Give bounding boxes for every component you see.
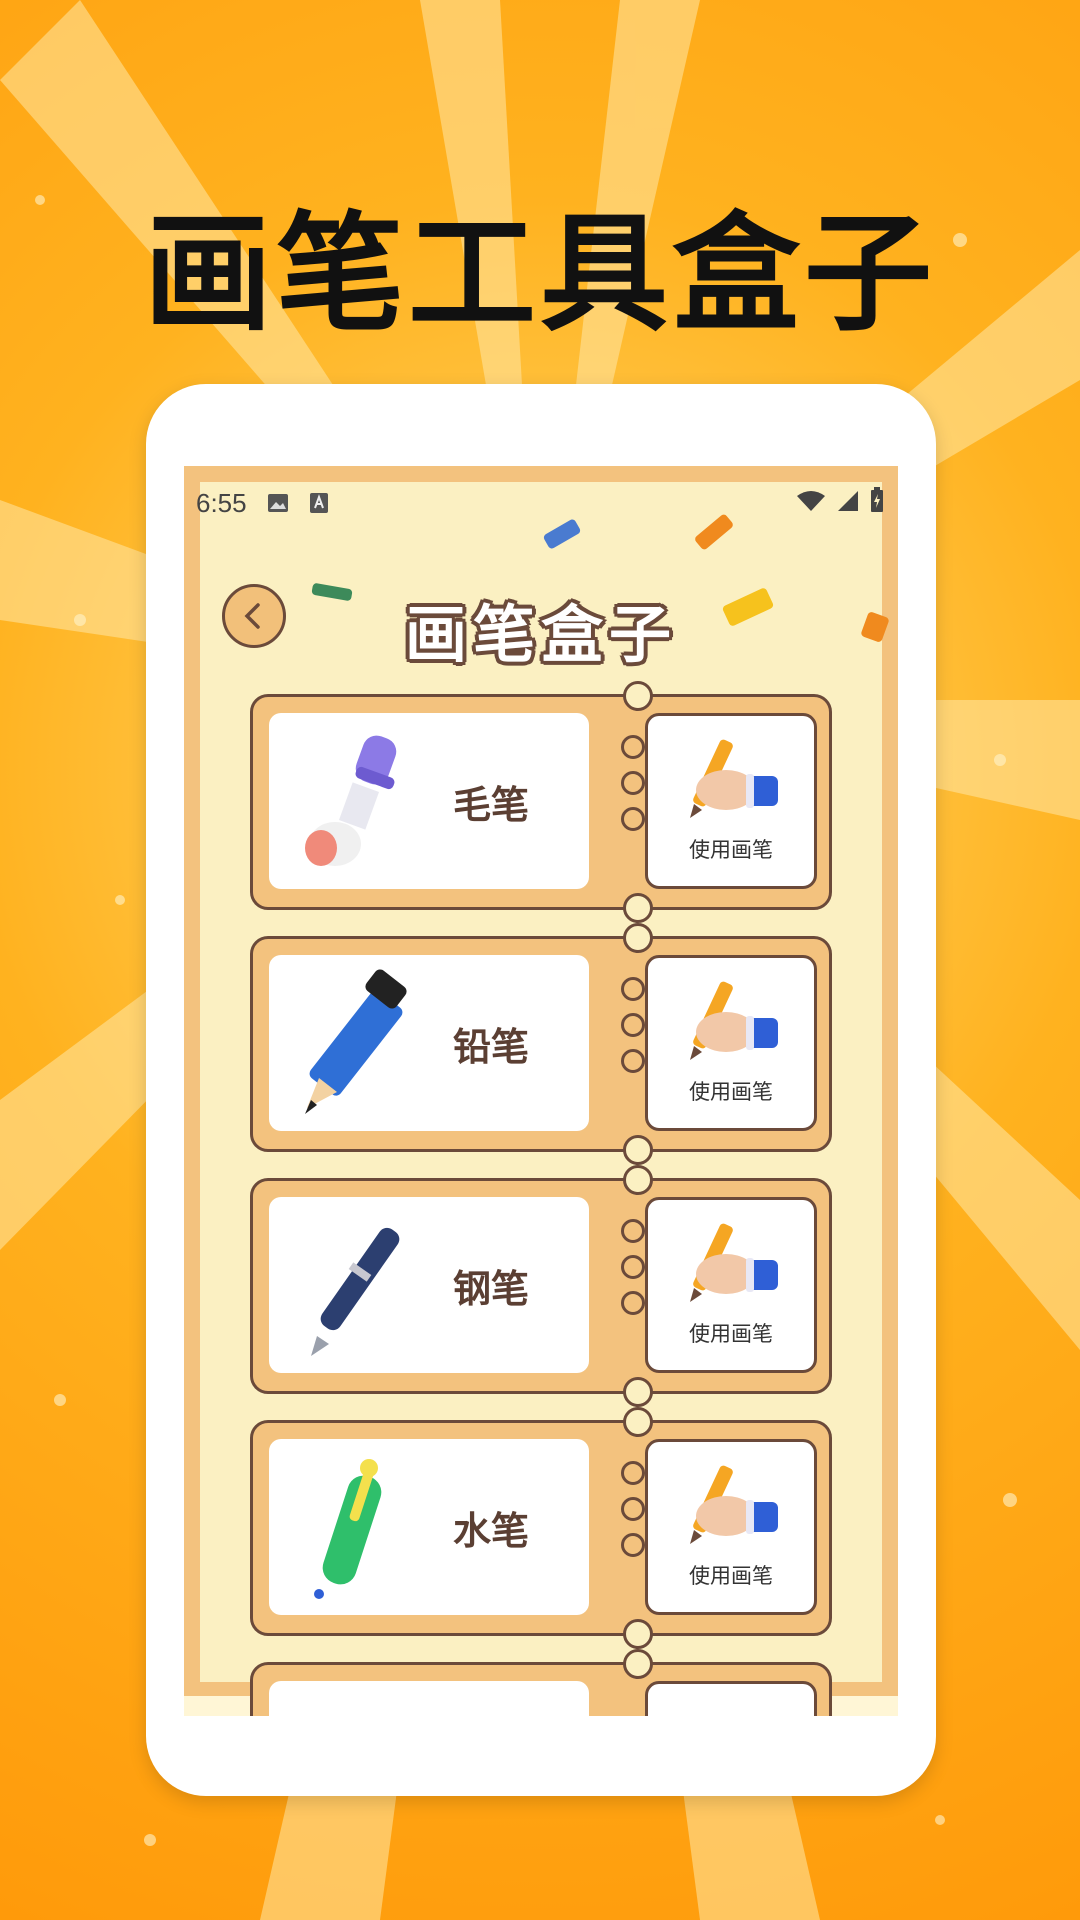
signal-icon	[836, 488, 860, 519]
ticket-notch	[623, 1649, 653, 1679]
use-pen-button[interactable]: 使用画笔	[645, 713, 817, 889]
pen-info: 毛笔	[269, 713, 589, 889]
device-frame: 6:55 画笔盒子 毛笔 使用画笔 铅笔 使用画笔 钢笔 使用画笔 水笔 使用画…	[146, 384, 936, 1796]
pen-name: 钢笔	[453, 1266, 530, 1311]
use-pen-button[interactable]: 使用画笔	[645, 1197, 817, 1373]
marker-pen-icon	[314, 1459, 382, 1599]
pen-card-brush: 毛笔 使用画笔	[250, 681, 832, 923]
fountain-pen-icon	[311, 1227, 400, 1356]
brush-icon	[305, 735, 397, 866]
pen-name: 水笔	[453, 1508, 530, 1553]
ticket-perforation	[621, 1219, 647, 1327]
pencil-icon	[305, 969, 407, 1114]
use-pen-label: 使用画笔	[689, 1564, 773, 1588]
ticket-notch	[623, 1165, 653, 1195]
hand-writing-icon	[690, 981, 778, 1060]
pen-card-partial	[250, 1649, 832, 1716]
ticket-notch	[623, 923, 653, 953]
use-pen-button[interactable]	[645, 1681, 817, 1716]
wifi-icon	[796, 488, 826, 519]
ticket-perforation	[621, 977, 647, 1085]
pen-info: 铅笔	[269, 955, 589, 1131]
hand-writing-icon	[690, 1465, 778, 1544]
hand-writing-icon	[690, 1223, 778, 1302]
pen-info: 钢笔	[269, 1197, 589, 1373]
app-screen: 6:55 画笔盒子 毛笔 使用画笔 铅笔 使用画笔 钢笔 使用画笔 水笔 使用画…	[184, 466, 898, 1716]
use-pen-label: 使用画笔	[689, 1080, 773, 1104]
headline: 画笔工具盒子	[143, 200, 936, 349]
pen-card-marker: 水笔 使用画笔	[250, 1407, 832, 1649]
ticket-perforation	[621, 1461, 647, 1569]
pen-list: 毛笔 使用画笔 铅笔 使用画笔 钢笔 使用画笔 水笔 使用画笔	[250, 681, 832, 1716]
pen-name: 铅笔	[453, 1024, 530, 1069]
pen-card-pencil: 铅笔 使用画笔	[250, 923, 832, 1165]
pen-card-fountain-pen: 钢笔 使用画笔	[250, 1165, 832, 1407]
pen-info	[269, 1681, 589, 1716]
ticket-notch	[623, 1135, 653, 1165]
pen-name: 毛笔	[453, 782, 530, 827]
ticket-notch	[623, 1619, 653, 1649]
ticket-perforation	[621, 735, 647, 843]
status-time: 6:55	[196, 487, 247, 518]
battery-icon	[870, 486, 884, 520]
text-notification-icon	[309, 492, 329, 514]
hand-writing-icon	[690, 739, 778, 818]
use-pen-button[interactable]: 使用画笔	[645, 1439, 817, 1615]
status-bar: 6:55	[184, 482, 898, 524]
use-pen-button[interactable]: 使用画笔	[645, 955, 817, 1131]
pen-info: 水笔	[269, 1439, 589, 1615]
use-pen-label: 使用画笔	[689, 1322, 773, 1346]
ticket-notch	[623, 893, 653, 923]
image-notification-icon	[267, 493, 289, 513]
use-pen-label: 使用画笔	[689, 838, 773, 862]
ticket-notch	[623, 1407, 653, 1437]
page-title: 画笔盒子	[404, 598, 677, 671]
ticket-notch	[623, 681, 653, 711]
screen-frame-top	[184, 466, 898, 482]
ticket-notch	[623, 1377, 653, 1407]
